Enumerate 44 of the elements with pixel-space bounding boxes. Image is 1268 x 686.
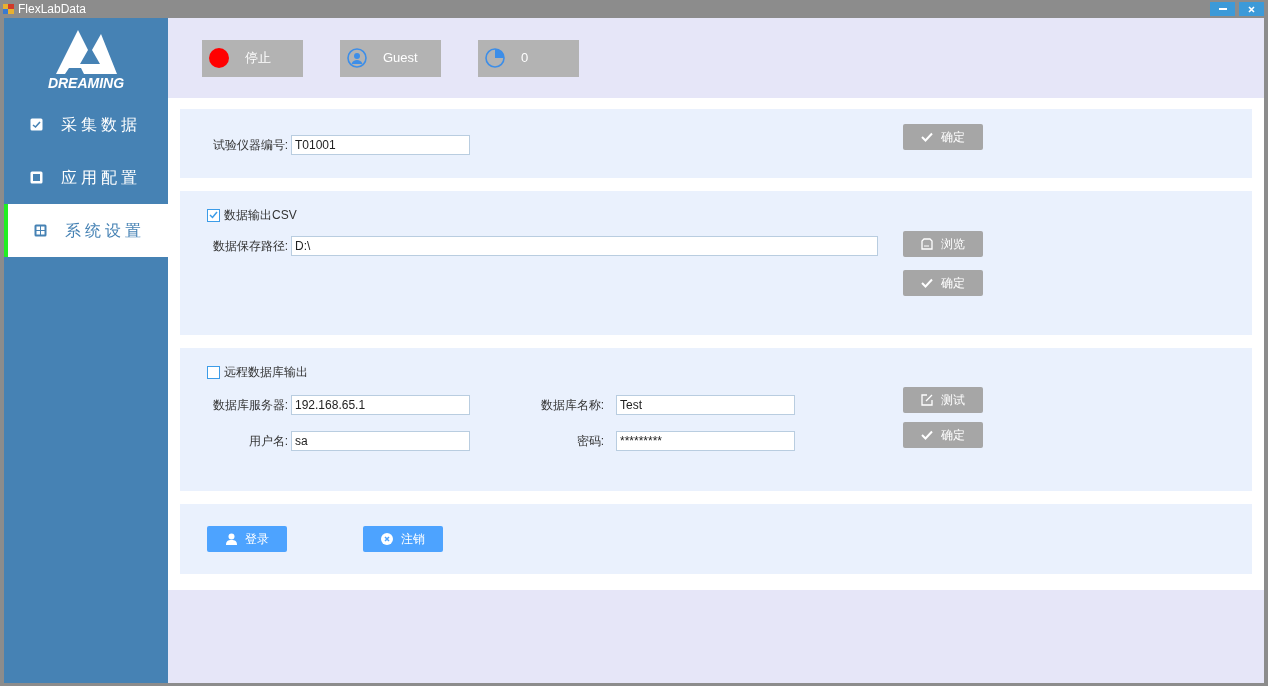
status-dot-icon xyxy=(209,48,229,68)
status-tile: 0 xyxy=(478,39,579,77)
checkbox-label: 远程数据库输出 xyxy=(224,364,308,381)
field-label: 数据库服务器: xyxy=(211,397,289,414)
check-icon xyxy=(921,430,933,440)
nav-item[interactable]: 应用配置 xyxy=(4,151,168,204)
login-button[interactable]: 登录 xyxy=(207,526,287,552)
check-icon xyxy=(921,278,933,288)
field-label: 密码: xyxy=(575,433,605,450)
app-icon xyxy=(3,4,14,14)
square-icon xyxy=(30,171,43,184)
cancel-icon xyxy=(381,533,393,545)
status-tile: 停止 xyxy=(202,39,303,77)
logout-button[interactable]: 注销 xyxy=(363,526,443,552)
field-label: 数据保存路径: xyxy=(211,238,289,255)
user-icon xyxy=(347,48,367,68)
close-icon xyxy=(1248,5,1255,13)
text-field[interactable]: T01001 xyxy=(291,134,470,155)
pie-icon xyxy=(485,48,505,68)
checkbox[interactable] xyxy=(207,208,220,222)
checkbox[interactable] xyxy=(207,365,220,379)
user-icon xyxy=(225,533,237,545)
edit-icon xyxy=(921,394,933,406)
logo-drawing: DREAMING xyxy=(4,18,168,98)
text-field[interactable]: D:\ xyxy=(291,236,878,256)
minimize-button[interactable] xyxy=(1210,2,1235,16)
window-title: FlexLabData xyxy=(18,1,87,18)
grid-icon xyxy=(34,224,47,237)
file-icon xyxy=(921,238,933,250)
nav-item[interactable]: 系统设置 xyxy=(4,204,168,257)
check-icon xyxy=(921,132,933,142)
text-field[interactable]: sa xyxy=(291,431,470,451)
minimize-icon xyxy=(1218,8,1227,10)
close-button[interactable] xyxy=(1239,2,1264,16)
text-field[interactable]: 192.168.65.1 xyxy=(291,395,470,415)
checklist-icon xyxy=(30,118,43,131)
field-label: 数据库名称: xyxy=(539,397,605,414)
nav-item[interactable]: 采集数据 xyxy=(4,98,168,151)
field-label: 用户名: xyxy=(247,433,289,450)
text-field[interactable]: Test xyxy=(616,395,795,415)
checkbox-label: 数据输出CSV xyxy=(224,207,297,224)
text-field[interactable]: ********* xyxy=(616,431,795,451)
field-label: 试验仪器编号: xyxy=(211,136,289,154)
status-tile: Guest xyxy=(340,39,441,77)
